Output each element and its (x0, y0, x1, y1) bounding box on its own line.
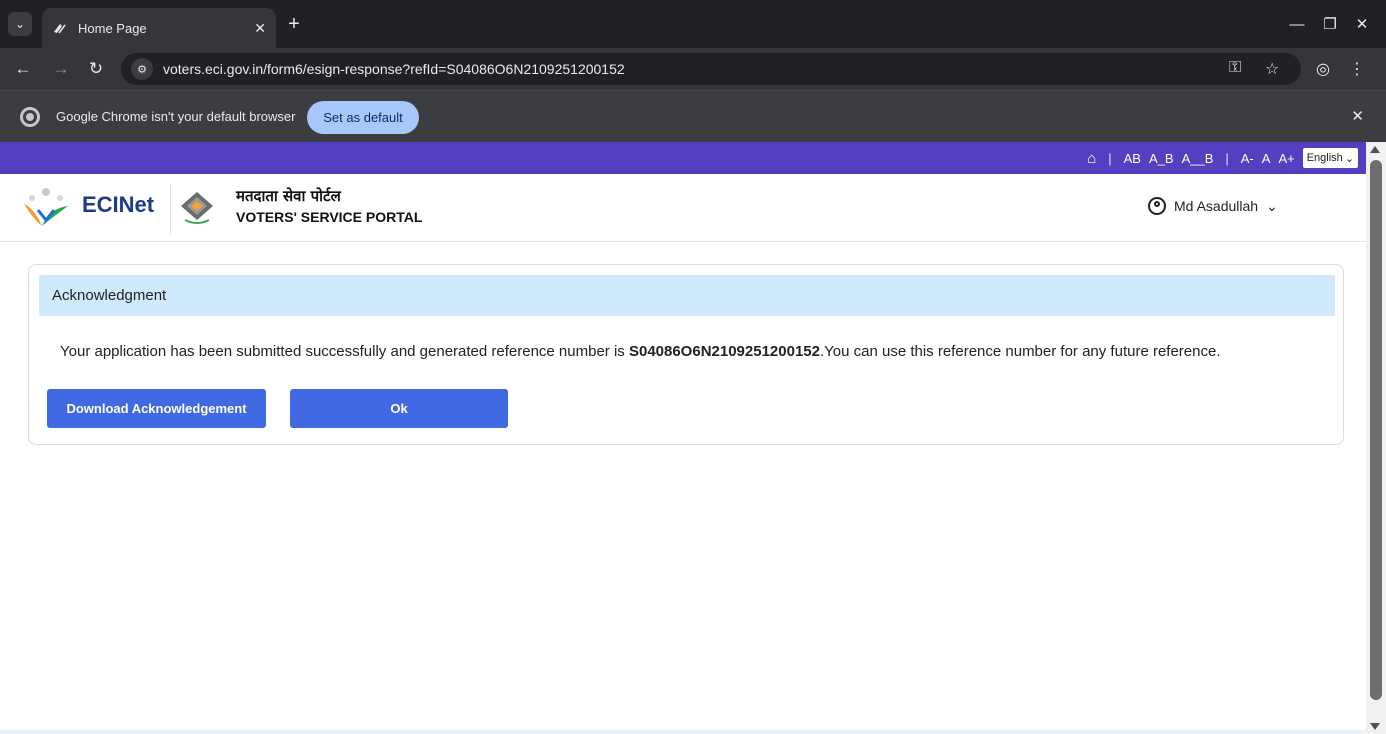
accessibility-strip: ⌂ | AB A_B A__B | A- A A+ English ⌄ (0, 142, 1366, 174)
separator: | (1108, 150, 1112, 166)
infobar-close-icon[interactable]: ✕ (1351, 107, 1364, 125)
message-prefix: Your application has been submitted succ… (60, 343, 629, 360)
reload-icon[interactable]: ↻ (83, 56, 109, 82)
site-favicon-icon (54, 24, 66, 34)
scroll-up-icon[interactable] (1370, 146, 1380, 153)
tab-close-icon[interactable]: ✕ (254, 20, 266, 37)
forward-icon[interactable]: → (48, 56, 74, 82)
user-menu[interactable]: Md Asadullah ⌄ (1148, 197, 1278, 215)
site-info-icon[interactable]: ⚙ (131, 58, 153, 80)
text-style-ab[interactable]: AB (1124, 151, 1141, 166)
text-style-ab-underline[interactable]: A_B (1149, 151, 1174, 166)
ecinet-logo-icon[interactable] (20, 186, 72, 230)
tab-search-icon[interactable]: ⌄ (8, 12, 32, 36)
chevron-down-icon: ⌄ (1266, 197, 1278, 214)
home-icon[interactable]: ⌂ (1087, 150, 1096, 167)
user-avatar-icon (1148, 197, 1166, 215)
password-key-icon[interactable]: ⚿ (1229, 59, 1241, 77)
scroll-thumb[interactable] (1370, 160, 1382, 700)
font-normal[interactable]: A (1262, 151, 1271, 166)
back-icon[interactable]: ← (10, 56, 36, 82)
window-close-icon[interactable]: ✕ (1350, 12, 1374, 36)
font-decrease[interactable]: A- (1241, 151, 1254, 166)
set-as-default-button[interactable]: Set as default (307, 101, 419, 134)
chrome-logo-icon (20, 107, 40, 127)
reference-number: S04086O6N2109251200152 (628, 343, 820, 360)
footer-strip (0, 730, 1366, 734)
brand-name: ECINet (82, 192, 155, 217)
acknowledgment-message: Your application has been submitted succ… (60, 343, 1221, 360)
language-value: English (1306, 152, 1343, 164)
font-increase[interactable]: A+ (1278, 151, 1294, 166)
acknowledgment-card: Acknowledgment Your application has been… (28, 264, 1344, 445)
download-acknowledgement-button[interactable]: Download Acknowledgement (47, 389, 266, 428)
url-text: voters.eci.gov.in/form6/esign-response?r… (163, 61, 625, 77)
portal-title-hindi: मतदाता सेवा पोर्टल (236, 187, 341, 205)
infobar-message: Google Chrome isn't your default browser (56, 109, 296, 124)
site-header: ECINet मतदाता सेवा पोर्टल VOTERS' SERVIC… (0, 174, 1366, 242)
new-tab-button[interactable]: + (282, 12, 306, 36)
portal-title-english: VOTERS' SERVICE PORTAL (236, 209, 423, 225)
header-divider (170, 184, 171, 234)
chevron-down-icon: ⌄ (1344, 152, 1354, 165)
tab-title: Home Page (78, 20, 147, 36)
minimize-icon[interactable]: — (1285, 12, 1309, 36)
browser-tab-active[interactable]: Home Page ✕ (42, 8, 276, 48)
page-viewport: ⌂ | AB A_B A__B | A- A A+ English ⌄ ECIN… (0, 142, 1366, 734)
browser-tab-strip: ⌄ Home Page ✕ + — ❐ ✕ (0, 0, 1386, 48)
bookmark-star-icon[interactable]: ☆ (1265, 59, 1279, 79)
scroll-down-icon[interactable] (1370, 723, 1380, 730)
separator: | (1225, 150, 1229, 166)
restore-icon[interactable]: ❐ (1318, 12, 1342, 36)
acknowledgment-title: Acknowledgment (39, 275, 1335, 316)
default-browser-infobar: Google Chrome isn't your default browser… (0, 90, 1386, 142)
profile-icon[interactable]: ◎ (1312, 58, 1334, 80)
chrome-menu-icon[interactable]: ⋮ (1346, 58, 1368, 80)
user-name: Md Asadullah (1174, 198, 1259, 214)
text-style-ab-double[interactable]: A__B (1182, 151, 1214, 166)
message-suffix: .You can use this reference number for a… (819, 343, 1221, 360)
language-select[interactable]: English ⌄ (1302, 148, 1358, 168)
browser-toolbar: ← → ↻ ⚙ voters.eci.gov.in/form6/esign-re… (0, 48, 1386, 90)
ok-button[interactable]: Ok (290, 389, 508, 428)
page-scrollbar[interactable] (1366, 142, 1386, 734)
address-bar[interactable]: ⚙ voters.eci.gov.in/form6/esign-response… (121, 53, 1301, 85)
eci-emblem-icon (181, 192, 213, 224)
